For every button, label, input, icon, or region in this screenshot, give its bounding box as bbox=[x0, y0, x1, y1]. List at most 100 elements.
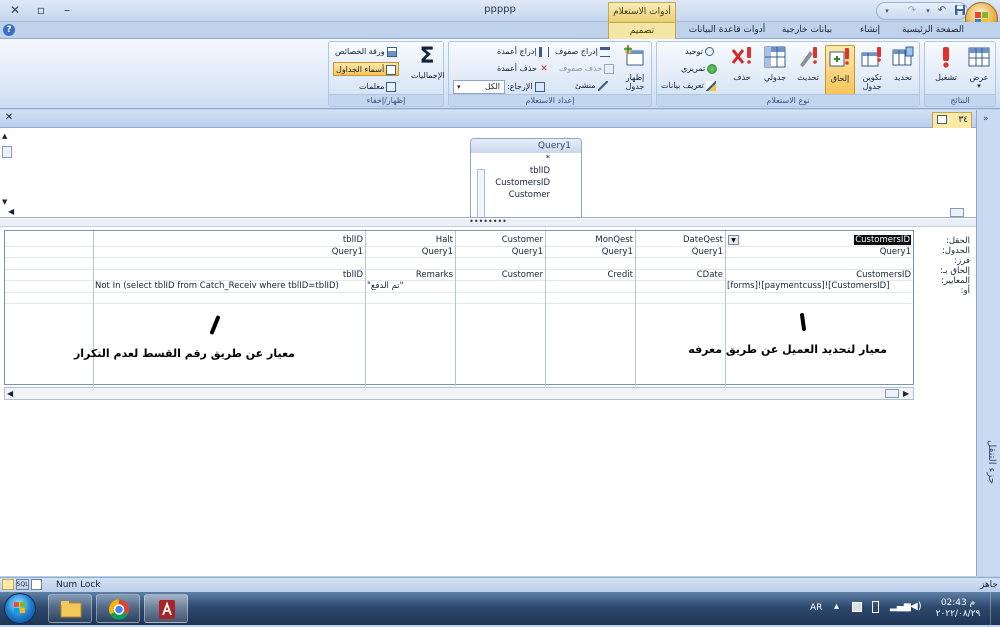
grid-cell-or[interactable] bbox=[636, 293, 725, 304]
close-button[interactable]: ✕ bbox=[2, 1, 28, 19]
scroll-thumb[interactable] bbox=[2, 146, 12, 158]
grid-cell-table[interactable] bbox=[5, 247, 93, 258]
grid-cell-or[interactable] bbox=[546, 293, 635, 304]
grid-column[interactable]: Halt Query1 Remarks "تم الدفع" bbox=[365, 231, 455, 386]
grid-cell-field[interactable]: tblID bbox=[94, 235, 365, 247]
clock[interactable]: م 02:43 ٢٠٢٢/٠٨/٢٩ bbox=[934, 598, 982, 620]
grid-cell-sort[interactable] bbox=[456, 258, 545, 270]
table-field[interactable]: * bbox=[471, 153, 581, 165]
grid-cell-or[interactable] bbox=[456, 293, 545, 304]
taskbar-explorer[interactable] bbox=[48, 594, 92, 623]
tab-database-tools[interactable]: أدوات قاعدة البيانات bbox=[686, 22, 768, 39]
grid-cell-or[interactable] bbox=[726, 293, 913, 304]
start-button[interactable] bbox=[4, 593, 36, 624]
scroll-thumb[interactable] bbox=[885, 389, 899, 398]
tab-create[interactable]: إنشاء bbox=[852, 22, 888, 39]
return-select[interactable]: الكل ▾ bbox=[453, 80, 505, 94]
taskbar-chrome[interactable] bbox=[96, 594, 140, 623]
grid-cell-append-to[interactable]: Remarks bbox=[366, 270, 455, 281]
grid-column[interactable] bbox=[5, 231, 93, 386]
grid-column[interactable]: tblID Query1 tblID Not In (select tblID … bbox=[93, 231, 365, 386]
customize-toolbar-icon[interactable]: ▾ bbox=[880, 4, 894, 18]
parameters-button[interactable]: معلمات bbox=[359, 80, 397, 94]
grid-cell-sort[interactable] bbox=[726, 258, 913, 270]
grid-column[interactable]: DateQest Query1 CDate bbox=[635, 231, 725, 386]
grid-cell-table[interactable]: Query1 bbox=[546, 247, 635, 258]
scroll-left-icon[interactable]: ◀ bbox=[8, 207, 14, 216]
data-definition-button[interactable]: تعريف بيانات bbox=[661, 79, 716, 93]
undo-dropdown-icon[interactable]: ▾ bbox=[921, 4, 935, 18]
scroll-left-icon[interactable]: ◀ bbox=[7, 388, 13, 399]
volume-icon[interactable]: ◀) bbox=[910, 601, 922, 612]
grid-cell-append-to[interactable] bbox=[5, 270, 93, 281]
design-view-icon[interactable] bbox=[2, 579, 14, 590]
grid-column[interactable]: MonQest Query1 Credit bbox=[545, 231, 635, 386]
grid-cell-criteria[interactable] bbox=[5, 281, 93, 293]
grid-cell-or[interactable] bbox=[94, 293, 365, 304]
help-icon[interactable]: ? bbox=[3, 24, 15, 36]
scroll-up-icon[interactable]: ▲ bbox=[2, 132, 7, 140]
tray-expand-icon[interactable]: ▴ bbox=[834, 601, 839, 612]
make-table-button[interactable]: تكوين جدول bbox=[857, 45, 887, 95]
table-field[interactable]: CustomersID bbox=[471, 177, 581, 189]
grid-horizontal-scrollbar[interactable]: ◀ ▶ bbox=[4, 387, 914, 400]
pane-splitter[interactable]: •••••••• bbox=[0, 218, 976, 227]
scroll-down-icon[interactable]: ▼ bbox=[2, 198, 7, 206]
delete-query-button[interactable]: حذف bbox=[727, 45, 757, 95]
navigation-pane[interactable]: » جزء التنقل bbox=[976, 110, 1000, 576]
pass-through-button[interactable]: تمريري bbox=[681, 62, 718, 76]
sql-view-icon[interactable]: SQL bbox=[15, 579, 30, 590]
document-tab[interactable]: ٣٤ bbox=[932, 112, 972, 128]
grid-cell-table[interactable]: Query1 bbox=[636, 247, 725, 258]
restore-button[interactable]: ▫ bbox=[28, 1, 54, 19]
grid-cell-sort[interactable] bbox=[546, 258, 635, 270]
grid-cell-field[interactable]: Customer bbox=[456, 235, 545, 247]
grid-cell-sort[interactable] bbox=[5, 258, 93, 270]
grid-cell-criteria[interactable]: [forms]![paymentcuss]![CustomersID] bbox=[726, 281, 913, 293]
grid-cell-or[interactable] bbox=[366, 293, 455, 304]
grid-column[interactable]: Customer Query1 Customer bbox=[455, 231, 545, 386]
view-button[interactable]: عرض ▾ bbox=[965, 45, 993, 95]
grid-cell-append-to[interactable]: Credit bbox=[546, 270, 635, 281]
grid-cell-table[interactable]: Query1 bbox=[726, 247, 913, 258]
datasheet-view-icon[interactable] bbox=[31, 579, 42, 590]
delete-columns-button[interactable]: ✕حذف أعمدة bbox=[497, 62, 549, 76]
expand-pane-icon[interactable]: » bbox=[983, 114, 989, 124]
run-button[interactable]: تشغيل bbox=[931, 45, 961, 95]
grid-cell-field[interactable]: DateQest bbox=[636, 235, 725, 247]
scroll-thumb[interactable] bbox=[950, 208, 964, 217]
tab-home[interactable]: الصفحة الرئيسية bbox=[898, 22, 968, 39]
close-document-icon[interactable]: ✕ bbox=[3, 112, 15, 124]
grid-column[interactable]: ▼ CustomersID Query1 CustomersID [forms]!… bbox=[725, 231, 913, 386]
scroll-right-icon[interactable]: ▶ bbox=[903, 388, 909, 399]
table-field[interactable]: Customer bbox=[471, 189, 581, 201]
dropdown-arrow-icon[interactable]: ▼ bbox=[728, 235, 739, 245]
property-sheet-button[interactable]: ورقة الخصائص bbox=[335, 45, 397, 59]
taskbar-access[interactable] bbox=[144, 594, 188, 623]
grid-cell-criteria[interactable]: Not In (select tblID from Catch_Receiv w… bbox=[94, 281, 365, 293]
grid-cell-criteria[interactable] bbox=[546, 281, 635, 293]
language-indicator[interactable]: AR bbox=[810, 603, 822, 613]
query-design-grid[interactable]: ▼ CustomersID Query1 CustomersID [forms]!… bbox=[4, 230, 914, 386]
select-query-button[interactable]: تحديد bbox=[889, 45, 917, 95]
grid-cell-criteria[interactable] bbox=[456, 281, 545, 293]
table-names-button[interactable]: أسماء الجداول bbox=[333, 62, 400, 76]
battery-icon[interactable] bbox=[872, 601, 879, 613]
grid-cell-field[interactable]: ▼ CustomersID bbox=[726, 235, 913, 247]
grid-cell-append-to[interactable]: CDate bbox=[636, 270, 725, 281]
totals-button[interactable]: Σ الإجماليات bbox=[411, 45, 445, 95]
update-query-button[interactable]: تحديث bbox=[793, 45, 823, 95]
union-button[interactable]: توحيد bbox=[685, 45, 714, 59]
grid-cell-field[interactable]: Halt bbox=[366, 235, 455, 247]
grid-cell-table[interactable]: Query1 bbox=[456, 247, 545, 258]
grid-cell-or[interactable] bbox=[5, 293, 93, 304]
delete-rows-button[interactable]: حذف صفوف bbox=[559, 62, 615, 76]
grid-cell-table[interactable]: Query1 bbox=[366, 247, 455, 258]
grid-cell-sort[interactable] bbox=[94, 258, 365, 270]
crosstab-query-button[interactable]: جدولي bbox=[759, 45, 791, 95]
insert-rows-button[interactable]: إدراج صفوف bbox=[555, 45, 610, 59]
grid-cell-append-to[interactable]: tblID bbox=[94, 270, 365, 281]
query1-table-box[interactable]: Query1 * tblID CustomersID Customer bbox=[470, 138, 582, 218]
table-pane-vertical-scrollbar[interactable]: ▲ ▼ bbox=[2, 132, 13, 212]
builder-button[interactable]: منشئ bbox=[575, 79, 608, 93]
